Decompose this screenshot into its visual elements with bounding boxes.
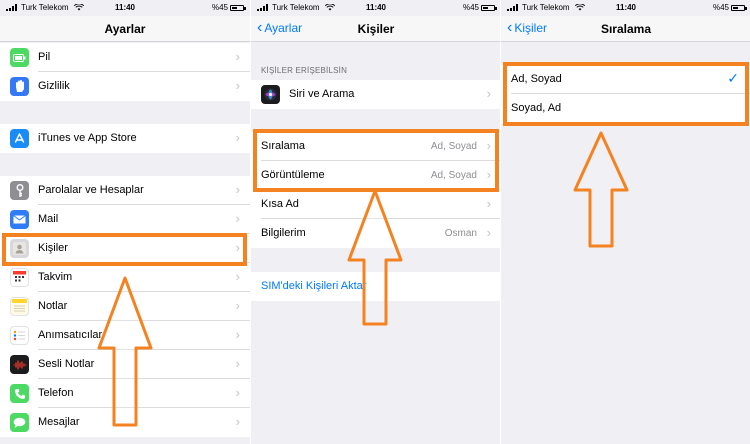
row-value: Osman bbox=[444, 228, 477, 239]
row-kisa-ad[interactable]: Kısa Ad › bbox=[251, 190, 500, 219]
battery-icon bbox=[481, 4, 497, 11]
reminders-icon bbox=[10, 326, 29, 345]
settings-row-sesli-notlar[interactable]: Sesli Notlar › bbox=[0, 350, 250, 379]
notes-icon bbox=[10, 297, 29, 316]
panel-sort-order: Turk Telekom 11:40 %45 ‹ Kişiler Sıralam… bbox=[500, 0, 750, 444]
option-soyad-ad[interactable]: Soyad, Ad bbox=[501, 94, 750, 123]
contacts-icon bbox=[10, 239, 29, 258]
mail-icon bbox=[10, 210, 29, 229]
nav-bar: Ayarlar bbox=[0, 16, 250, 42]
row-sim-import[interactable]: SIM'deki Kişileri Aktar bbox=[251, 272, 500, 301]
chevron-right-icon: › bbox=[235, 327, 240, 342]
row-bilgilerim[interactable]: Bilgilerim Osman › bbox=[251, 219, 500, 248]
chevron-right-icon: › bbox=[486, 196, 491, 211]
panel-settings: Turk Telekom 11:40 %45 Ayarlar Pil › Giz… bbox=[0, 0, 250, 444]
nav-bar: ‹ Kişiler Sıralama bbox=[501, 16, 750, 42]
battery-percent: %45 bbox=[211, 3, 228, 12]
row-label: Telefon bbox=[38, 387, 74, 399]
settings-row-telefon[interactable]: Telefon › bbox=[0, 379, 250, 408]
row-value: Ad, Soyad bbox=[430, 170, 477, 181]
row-siralama[interactable]: Sıralama Ad, Soyad › bbox=[251, 132, 500, 161]
chevron-right-icon: › bbox=[235, 385, 240, 400]
row-label: Siri ve Arama bbox=[289, 88, 355, 100]
nav-title: Kişiler bbox=[357, 22, 395, 36]
row-label: Takvim bbox=[38, 271, 73, 283]
row-label: Parolalar ve Hesaplar bbox=[38, 184, 144, 196]
battery-icon bbox=[230, 4, 246, 11]
app-store-icon bbox=[10, 129, 29, 148]
status-right: %45 bbox=[211, 3, 246, 12]
row-value: Ad, Soyad bbox=[430, 141, 477, 152]
nav-title: Sıralama bbox=[600, 22, 652, 36]
status-right: %45 bbox=[712, 3, 747, 12]
chevron-right-icon: › bbox=[235, 240, 240, 255]
sim-import-link: SIM'deki Kişileri Aktar bbox=[261, 280, 367, 292]
row-label: Mail bbox=[38, 213, 59, 225]
row-label: Anımsatıcılar bbox=[38, 329, 103, 341]
settings-row-mesajlar[interactable]: Mesajlar › bbox=[0, 408, 250, 437]
key-icon bbox=[10, 181, 29, 200]
row-label: Görüntüleme bbox=[261, 169, 325, 181]
calendar-icon bbox=[10, 268, 29, 287]
battery-icon bbox=[10, 48, 29, 67]
chevron-right-icon: › bbox=[235, 182, 240, 197]
status-bar: Turk Telekom 11:40 %45 bbox=[501, 0, 750, 16]
chevron-right-icon: › bbox=[235, 49, 240, 64]
option-label: Soyad, Ad bbox=[511, 102, 562, 114]
settings-row-kisiler[interactable]: Kişiler › bbox=[0, 234, 250, 263]
settings-row-animsaticilar[interactable]: Anımsatıcılar › bbox=[0, 321, 250, 350]
status-bar: Turk Telekom 11:40 %45 bbox=[0, 0, 250, 16]
row-siri-ve-arama[interactable]: Siri ve Arama › bbox=[251, 80, 500, 109]
chevron-right-icon: › bbox=[235, 298, 240, 313]
settings-row-notlar[interactable]: Notlar › bbox=[0, 292, 250, 321]
row-label: Kısa Ad bbox=[261, 198, 299, 210]
chevron-right-icon: › bbox=[486, 138, 491, 153]
settings-row-mail[interactable]: Mail › bbox=[0, 205, 250, 234]
voice-memos-icon bbox=[10, 355, 29, 374]
row-label: iTunes ve App Store bbox=[38, 132, 137, 144]
battery-percent: %45 bbox=[462, 3, 479, 12]
hand-icon bbox=[10, 77, 29, 96]
row-label: Sıralama bbox=[261, 140, 306, 152]
panel-contacts: Turk Telekom 11:40 %45 ‹ Ayarlar Kişiler… bbox=[250, 0, 500, 444]
row-label: Sesli Notlar bbox=[38, 358, 95, 370]
phone-icon bbox=[10, 384, 29, 403]
chevron-right-icon: › bbox=[235, 414, 240, 429]
status-bar: Turk Telekom 11:40 %45 bbox=[251, 0, 500, 16]
up-arrow-icon bbox=[573, 131, 629, 248]
chevron-right-icon: › bbox=[486, 86, 491, 101]
settings-row-takvim[interactable]: Takvim › bbox=[0, 263, 250, 292]
chevron-right-icon: › bbox=[486, 225, 491, 240]
row-label: Notlar bbox=[38, 300, 68, 312]
row-label: Gizlilik bbox=[38, 80, 70, 92]
status-right: %45 bbox=[462, 3, 497, 12]
option-label: Ad, Soyad bbox=[511, 73, 562, 85]
checkmark-icon: ✓ bbox=[727, 70, 739, 86]
nav-title: Ayarlar bbox=[104, 22, 146, 36]
settings-row-pil[interactable]: Pil › bbox=[0, 43, 250, 72]
battery-percent: %45 bbox=[712, 3, 729, 12]
chevron-right-icon: › bbox=[235, 78, 240, 93]
row-label: Pil bbox=[38, 51, 51, 63]
row-label: Bilgilerim bbox=[261, 227, 306, 239]
settings-row-parolalar[interactable]: Parolalar ve Hesaplar › bbox=[0, 176, 250, 205]
chevron-right-icon: › bbox=[235, 130, 240, 145]
chevron-right-icon: › bbox=[235, 269, 240, 284]
settings-row-itunes[interactable]: iTunes ve App Store › bbox=[0, 124, 250, 153]
row-label: Kişiler bbox=[38, 242, 68, 254]
row-label: Mesajlar bbox=[38, 416, 80, 428]
siri-icon bbox=[261, 85, 280, 104]
nav-bar: ‹ Ayarlar Kişiler bbox=[251, 16, 500, 42]
messages-icon bbox=[10, 413, 29, 432]
chevron-right-icon: › bbox=[235, 356, 240, 371]
chevron-right-icon: › bbox=[486, 167, 491, 182]
settings-row-gizlilik[interactable]: Gizlilik › bbox=[0, 72, 250, 101]
section-header: KİŞİLER ERİŞEBİLSİN bbox=[261, 66, 348, 75]
battery-icon bbox=[731, 4, 747, 11]
chevron-right-icon: › bbox=[235, 211, 240, 226]
row-goruntuleme[interactable]: Görüntüleme Ad, Soyad › bbox=[251, 161, 500, 190]
screenshot-stage: Turk Telekom 11:40 %45 Ayarlar Pil › Giz… bbox=[0, 0, 750, 444]
option-ad-soyad[interactable]: Ad, Soyad ✓ bbox=[501, 65, 750, 94]
